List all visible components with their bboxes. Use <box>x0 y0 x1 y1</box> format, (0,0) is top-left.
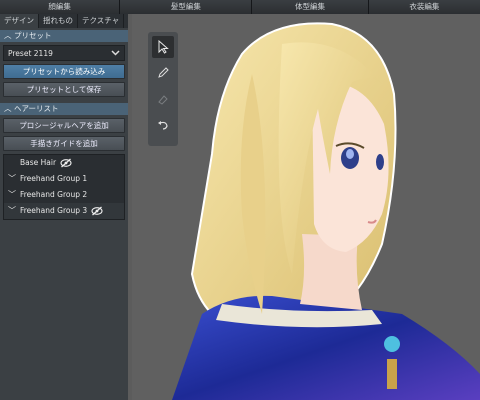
hair-list-section-header[interactable]: ︿ ヘアーリスト <box>0 103 128 115</box>
hair-edit-panel: デザイン 揺れもの テクスチャ ︿ プリセット Preset 2119 プリセット… <box>0 14 128 400</box>
sub-tab-bar: デザイン 揺れもの テクスチャ <box>0 14 128 28</box>
list-item[interactable]: ﹀ Freehand Group 2 <box>4 187 124 203</box>
top-tab-bar: 顔編集 髪型編集 体型編集 衣装編集 <box>0 0 480 14</box>
preset-select-value: Preset 2119 <box>8 48 53 58</box>
chevron-down-icon[interactable]: ﹀ <box>4 171 20 187</box>
undo-tool-button[interactable] <box>152 114 174 136</box>
preset-section-header[interactable]: ︿ プリセット <box>0 30 128 42</box>
tab-hair-edit[interactable]: 髪型編集 <box>120 0 253 14</box>
add-procedural-hair-button[interactable]: プロシージャルヘアを追加 <box>3 118 125 133</box>
tab-body-edit[interactable]: 体型編集 <box>252 0 369 14</box>
undo-icon <box>158 121 168 130</box>
subtab-physics[interactable]: 揺れもの <box>39 14 78 28</box>
hair-list: Base Hair ﹀ Freehand Group 1 ﹀ Freehand … <box>3 154 125 220</box>
cursor-arrow-icon <box>158 40 169 54</box>
visibility-off-icon[interactable] <box>91 206 103 216</box>
chevron-up-icon: ︿ <box>4 31 12 40</box>
add-handdrawn-guide-button[interactable]: 手描きガイドを追加 <box>3 136 125 151</box>
pen-icon <box>158 67 169 78</box>
tab-face-edit[interactable]: 顔編集 <box>0 0 121 14</box>
chevron-down-icon <box>111 50 120 56</box>
list-item-label: Freehand Group 3 <box>20 206 88 215</box>
eraser-icon <box>158 95 168 105</box>
3d-viewport[interactable] <box>132 14 480 400</box>
preset-select[interactable]: Preset 2119 <box>3 45 125 61</box>
save-preset-button[interactable]: プリセットとして保存 <box>3 82 125 97</box>
subtab-texture[interactable]: テクスチャ <box>78 14 125 28</box>
list-item-label: Freehand Group 1 <box>20 174 88 183</box>
list-item[interactable]: ﹀ Freehand Group 3 <box>4 203 124 219</box>
preset-section-title: プリセット <box>14 31 52 40</box>
load-preset-button[interactable]: プリセットから読み込み <box>3 64 125 79</box>
select-tool-button[interactable] <box>152 36 174 58</box>
tab-costume-edit[interactable]: 衣装編集 <box>368 0 480 14</box>
pen-tool-button[interactable] <box>152 62 174 84</box>
list-item[interactable]: ﹀ Freehand Group 1 <box>4 171 124 187</box>
list-item-label: Base Hair <box>20 158 57 167</box>
hair-list-section-title: ヘアーリスト <box>14 104 59 113</box>
chevron-up-icon: ︿ <box>4 104 12 113</box>
visibility-off-icon[interactable] <box>60 158 72 168</box>
eraser-tool-button[interactable] <box>152 88 174 110</box>
chevron-down-icon[interactable]: ﹀ <box>4 187 20 203</box>
list-item-label: Freehand Group 2 <box>20 190 88 199</box>
character-model <box>172 22 480 400</box>
list-item[interactable]: Base Hair <box>4 155 124 171</box>
subtab-design[interactable]: デザイン <box>0 14 39 28</box>
tool-bar <box>148 32 178 146</box>
chevron-down-icon[interactable]: ﹀ <box>4 203 20 219</box>
